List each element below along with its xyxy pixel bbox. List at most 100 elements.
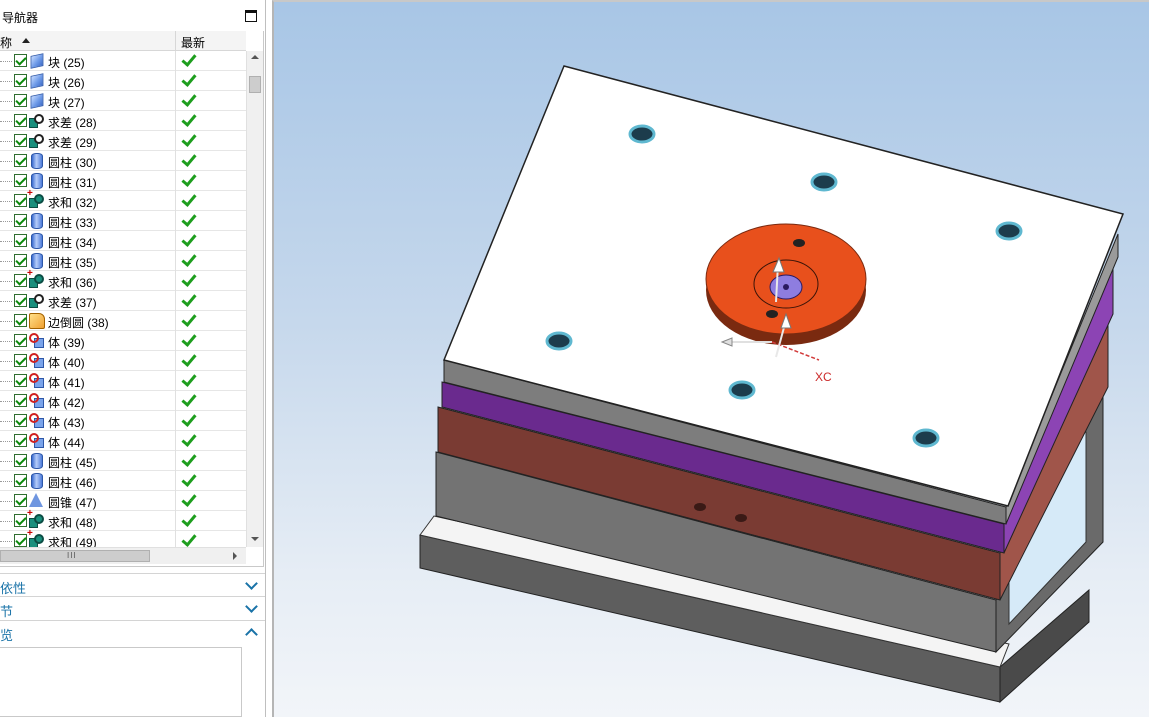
visibility-checkbox[interactable] [14, 114, 27, 127]
visibility-checkbox[interactable] [14, 354, 27, 367]
column-divider [175, 291, 176, 311]
graphics-viewport[interactable]: XC [272, 0, 1149, 717]
up-to-date-check-icon [181, 73, 195, 87]
visibility-checkbox[interactable] [14, 294, 27, 307]
feature-row[interactable]: 圆柱 (35) [0, 251, 246, 271]
chevron-up-icon[interactable] [245, 628, 258, 641]
visibility-checkbox[interactable] [14, 374, 27, 387]
feature-row[interactable]: 块 (26) [0, 71, 246, 91]
feature-row[interactable]: 体 (41) [0, 371, 246, 391]
feature-row[interactable]: 圆锥 (47) [0, 491, 246, 511]
feature-row[interactable]: 圆柱 (46) [0, 471, 246, 491]
visibility-checkbox[interactable] [14, 94, 27, 107]
up-to-date-check-icon [181, 413, 195, 427]
up-to-date-check-icon [181, 393, 195, 407]
feature-row[interactable]: 体 (39) [0, 331, 246, 351]
cylinder-icon [31, 233, 43, 249]
feature-row[interactable]: 体 (43) [0, 411, 246, 431]
visibility-checkbox[interactable] [14, 454, 27, 467]
visibility-checkbox[interactable] [14, 74, 27, 87]
feature-row[interactable]: 体 (40) [0, 351, 246, 371]
feature-label: 求和 (36) [48, 276, 97, 290]
feature-row[interactable]: 求差 (37) [0, 291, 246, 311]
visibility-checkbox[interactable] [14, 174, 27, 187]
feature-row[interactable]: 块 (27) [0, 91, 246, 111]
feature-row[interactable]: 求和 (32) [0, 188, 246, 211]
visibility-checkbox[interactable] [14, 54, 27, 67]
up-to-date-check-icon [181, 193, 195, 207]
up-to-date-check-icon [181, 53, 195, 67]
tree-connector [0, 421, 12, 422]
horizontal-scrollbar[interactable]: III [0, 547, 246, 564]
ring-screw-hole [766, 310, 778, 318]
feature-row[interactable]: 块 (25) [0, 51, 246, 71]
column-divider [175, 211, 176, 231]
scroll-up-icon[interactable] [251, 55, 259, 59]
horizontal-scroll-thumb[interactable]: III [0, 550, 150, 562]
up-to-date-check-icon [181, 93, 195, 107]
visibility-checkbox[interactable] [14, 434, 27, 447]
visibility-checkbox[interactable] [14, 234, 27, 247]
feature-row[interactable]: 边倒圆 (38) [0, 311, 246, 331]
feature-row[interactable]: 圆柱 (31) [0, 171, 246, 191]
visibility-checkbox[interactable] [14, 474, 27, 487]
mold-base-model: XC [419, 65, 1125, 704]
maximize-icon[interactable] [245, 10, 257, 22]
section-details[interactable]: 节 [0, 596, 266, 619]
feature-row[interactable]: 圆柱 (30) [0, 151, 246, 171]
feature-row[interactable]: 求和 (36) [0, 268, 246, 291]
visibility-checkbox[interactable] [14, 254, 27, 267]
scroll-thumb[interactable] [249, 76, 261, 93]
visibility-checkbox[interactable] [14, 414, 27, 427]
preview-area [0, 647, 242, 717]
tree-connector [0, 481, 12, 482]
chevron-down-icon[interactable] [245, 600, 258, 613]
tree-connector [0, 361, 12, 362]
column-divider [175, 251, 176, 271]
column-header-latest[interactable]: 最新 [181, 34, 205, 51]
panel-divider[interactable] [265, 0, 266, 717]
visibility-checkbox[interactable] [14, 514, 27, 527]
tree-column-header: 称 最新 [0, 31, 246, 51]
column-divider [175, 351, 176, 371]
feature-label: 块 (27) [48, 96, 85, 110]
chevron-down-icon[interactable] [245, 577, 258, 590]
visibility-checkbox[interactable] [14, 334, 27, 347]
visibility-checkbox[interactable] [14, 314, 27, 327]
column-divider [175, 331, 176, 351]
feature-row[interactable]: 求差 (28) [0, 111, 246, 131]
visibility-checkbox[interactable] [14, 154, 27, 167]
sort-ascending-icon[interactable] [22, 38, 30, 43]
ring-screw-hole [793, 239, 805, 247]
up-to-date-check-icon [181, 213, 195, 227]
feature-row[interactable]: 圆柱 (33) [0, 211, 246, 231]
scroll-right-icon[interactable] [233, 552, 237, 560]
vertical-scrollbar[interactable] [246, 51, 263, 547]
visibility-checkbox[interactable] [14, 214, 27, 227]
visibility-checkbox[interactable] [14, 534, 27, 547]
column-divider [175, 431, 176, 451]
visibility-checkbox[interactable] [14, 134, 27, 147]
feature-row[interactable]: 圆柱 (34) [0, 231, 246, 251]
section-preview[interactable]: 览 [0, 620, 266, 643]
column-divider[interactable] [175, 31, 176, 51]
section-dependencies[interactable]: 依性 [0, 573, 266, 596]
feature-row[interactable]: 体 (42) [0, 391, 246, 411]
visibility-checkbox[interactable] [14, 274, 27, 287]
feature-row[interactable]: 求差 (29) [0, 131, 246, 151]
tree-connector [0, 161, 12, 162]
visibility-checkbox[interactable] [14, 194, 27, 207]
visibility-checkbox[interactable] [14, 394, 27, 407]
feature-label: 求和 (32) [48, 196, 97, 210]
visibility-checkbox[interactable] [14, 494, 27, 507]
xc-axis-label: XC [815, 370, 832, 384]
column-divider [175, 391, 176, 411]
tree-connector [0, 241, 12, 242]
up-to-date-check-icon [181, 253, 195, 267]
up-to-date-check-icon [181, 373, 195, 387]
scroll-down-icon[interactable] [251, 537, 259, 541]
section-preview-label: 览 [0, 628, 14, 643]
feature-row[interactable]: 体 (44) [0, 431, 246, 451]
feature-row[interactable]: 求和 (48) [0, 508, 246, 531]
feature-row[interactable]: 圆柱 (45) [0, 451, 246, 471]
